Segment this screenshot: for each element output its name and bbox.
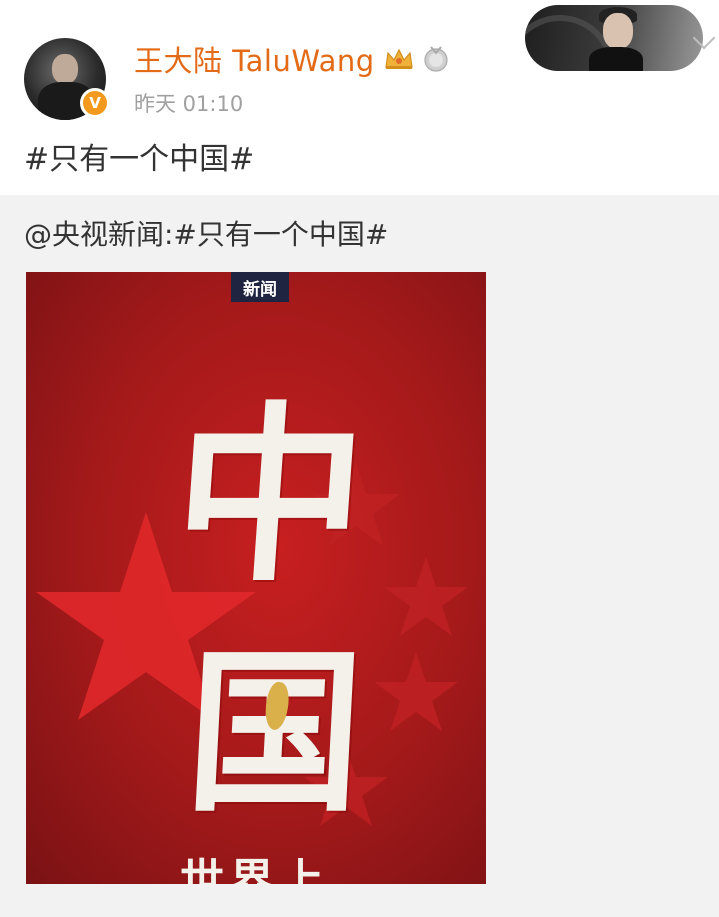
news-tag: 新闻 — [231, 272, 289, 302]
decoration-portrait-face — [603, 13, 633, 49]
poster-image[interactable]: 新闻 中 国 世界上 — [26, 272, 486, 884]
verified-badge-icon: V — [80, 88, 110, 118]
avatar-face — [52, 54, 78, 84]
crown-icon[interactable] — [383, 47, 415, 71]
repost-text[interactable]: @央视新闻:#只有一个中国# — [24, 213, 388, 253]
profile-decoration-card[interactable] — [525, 5, 703, 71]
post-timestamp: 昨天 01:10 — [134, 92, 244, 116]
poster-bottom-text: 世界上 — [180, 855, 330, 884]
author-row: 王大陆 TaluWang — [134, 38, 449, 80]
post-text[interactable]: #只有一个中国# — [24, 134, 254, 178]
decoration-portrait-body — [589, 47, 643, 71]
author-name[interactable]: 王大陆 TaluWang — [134, 38, 375, 80]
weibo-post: V 王大陆 TaluWang 昨天 01:10 #只有一个中国# — [0, 0, 719, 195]
medal-icon[interactable] — [423, 45, 449, 73]
poster-character-top: 中 — [167, 384, 373, 607]
repost-block[interactable]: @央视新闻:#只有一个中国# 新闻 中 国 世界上 — [0, 195, 719, 917]
small-star-icon — [384, 557, 468, 636]
small-star-icon — [374, 652, 458, 731]
